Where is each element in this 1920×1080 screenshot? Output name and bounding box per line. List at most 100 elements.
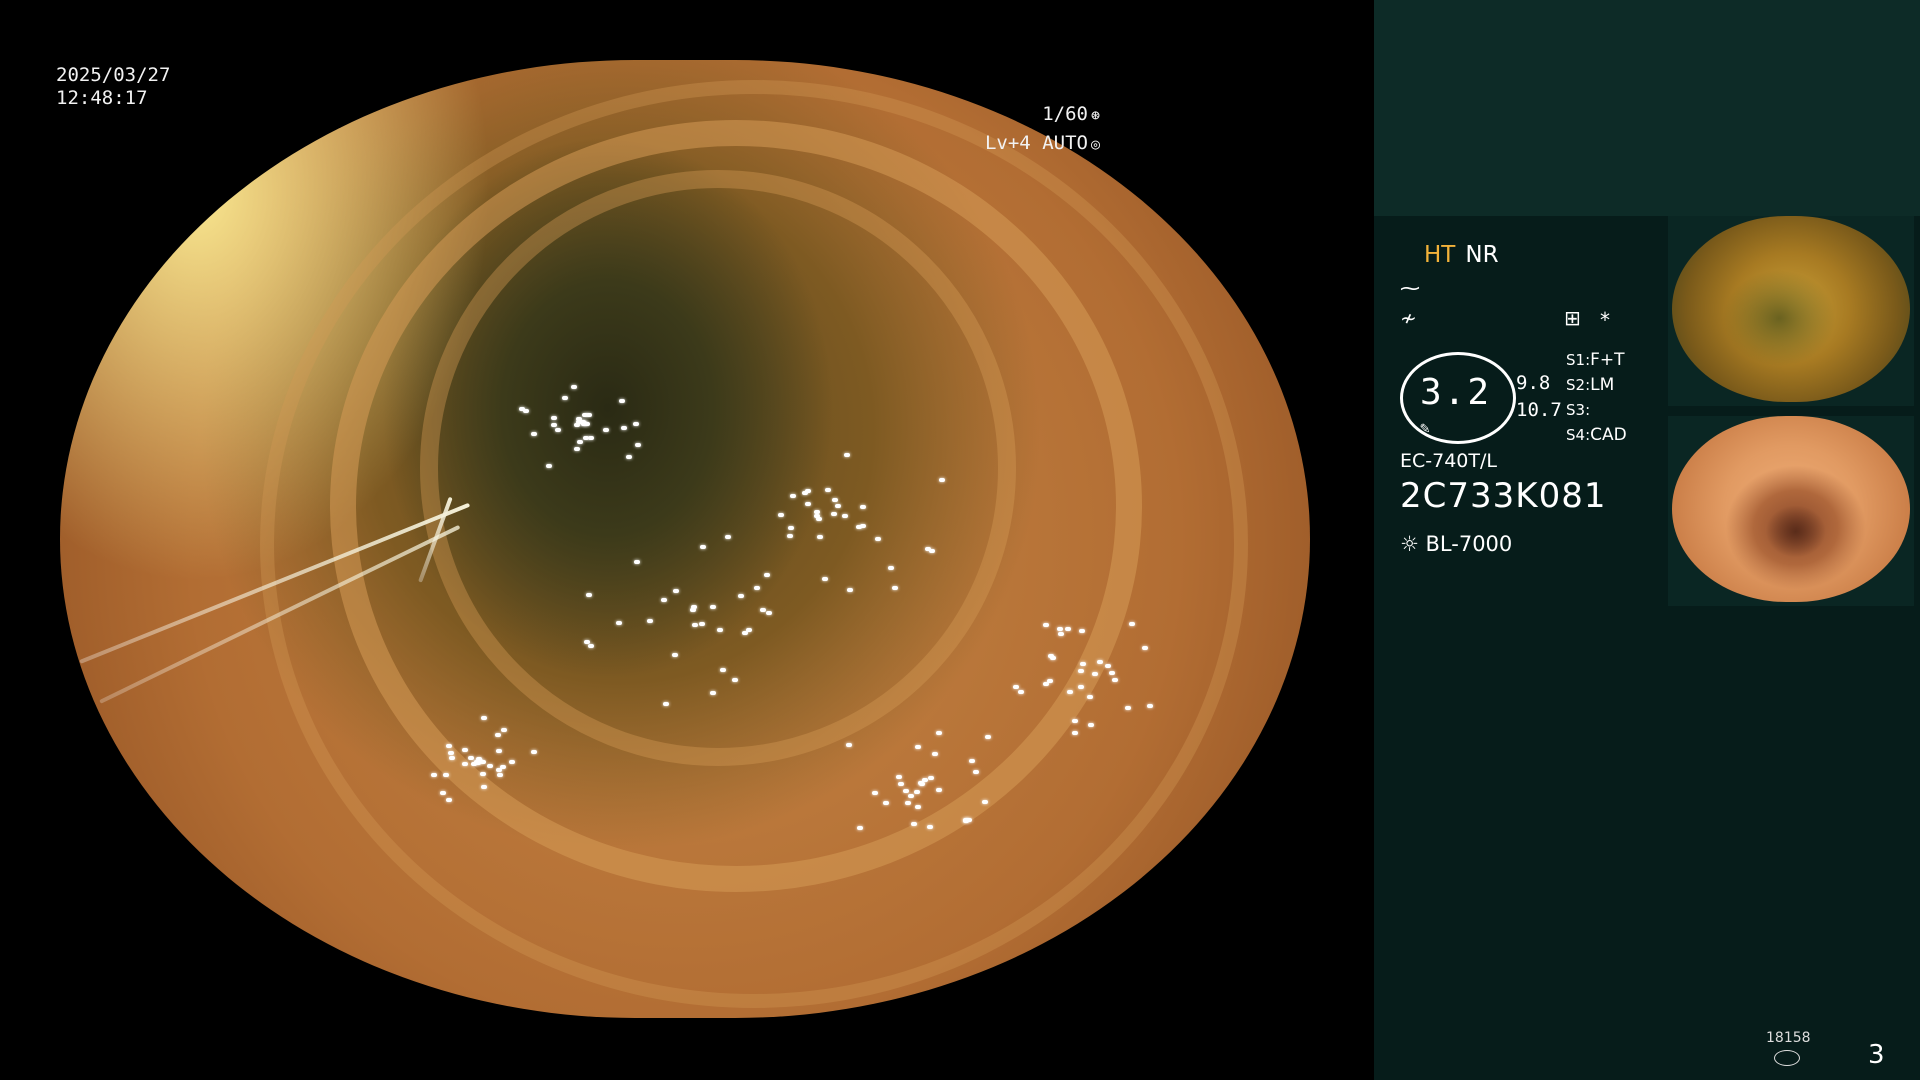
- light-reflection: [857, 825, 864, 830]
- nr-label: NR: [1465, 242, 1499, 268]
- light-reflection: [821, 577, 828, 582]
- light-reflection: [914, 805, 921, 810]
- storage-icon: [1774, 1050, 1800, 1066]
- light-reflection: [587, 643, 594, 648]
- light-reflection: [968, 758, 975, 763]
- light-reflection: [1147, 703, 1154, 708]
- asterisk-icon: *: [1600, 308, 1610, 332]
- light-reflection: [494, 732, 501, 737]
- light-reflection: [984, 735, 991, 740]
- light-reflection: [938, 478, 945, 483]
- secondary-values: 9.8 10.7: [1516, 370, 1562, 424]
- capture-thumbnail[interactable]: [1668, 216, 1914, 406]
- light-reflection: [911, 821, 918, 826]
- light-reflection: [575, 416, 582, 421]
- light-reflection: [573, 446, 580, 451]
- light-source-model: BL-7000: [1425, 532, 1513, 556]
- switch-slot: S1:F+T: [1566, 350, 1625, 370]
- light-reflection: [691, 622, 698, 627]
- light-reflection: [719, 668, 726, 673]
- light-reflection: [588, 435, 595, 440]
- light-reflection: [716, 627, 723, 632]
- light-reflection: [440, 790, 447, 795]
- light-source: ☼ BL-7000: [1400, 532, 1512, 556]
- light-reflection: [625, 454, 632, 459]
- light-reflection: [913, 790, 920, 795]
- light-reflection: [509, 760, 516, 765]
- aperture-icon: ⊛: [1090, 106, 1100, 124]
- auto-exposure-icon: ◎: [1090, 135, 1100, 153]
- image-count: 18158: [1766, 1030, 1811, 1046]
- page-number: 3: [1868, 1040, 1885, 1070]
- light-reflection: [731, 677, 738, 682]
- light-reflection: [897, 781, 904, 786]
- exposure-info: 1/60 ⊛ Lv+4 AUTO ◎: [985, 100, 1100, 158]
- light-reflection: [1088, 722, 1095, 727]
- light-reflection: [904, 800, 911, 805]
- pen-icon: ✎: [1420, 418, 1430, 437]
- light-reflection: [963, 817, 970, 822]
- light-reflection: [745, 628, 752, 633]
- light-reflection: [1042, 622, 1049, 627]
- light-reflection: [1141, 645, 1148, 650]
- light-reflection: [495, 767, 502, 772]
- light-reflection: [1104, 664, 1111, 669]
- light-reflection: [480, 771, 487, 776]
- light-reflection: [915, 744, 922, 749]
- light-reflection: [584, 421, 591, 426]
- light-reflection: [1079, 629, 1086, 634]
- light-reflection: [1096, 659, 1103, 664]
- light-reflection: [698, 621, 705, 626]
- light-reflection: [935, 730, 942, 735]
- value-1: 9.8: [1516, 372, 1551, 394]
- light-reflection: [759, 607, 766, 612]
- value-2: 10.7: [1516, 399, 1562, 421]
- capture-thumbnail[interactable]: [1668, 416, 1914, 606]
- light-reflection: [790, 494, 797, 499]
- light-reflection: [615, 621, 622, 625]
- endoscope-live-image: [60, 60, 1310, 1018]
- enhancement-modes: HT NR: [1424, 242, 1499, 268]
- light-reflection: [570, 384, 577, 389]
- memo-icon: ⊞: [1564, 306, 1581, 330]
- exposure-mode: AUTO: [1042, 132, 1088, 154]
- light-reflection: [530, 432, 537, 437]
- light-reflection: [448, 750, 455, 755]
- light-reflection: [856, 524, 863, 529]
- ht-label: HT: [1424, 242, 1456, 268]
- light-reflection: [787, 525, 794, 530]
- light-reflection: [468, 755, 475, 760]
- light-reflection: [831, 497, 838, 502]
- light-reflection: [932, 751, 939, 756]
- light-reflection: [1012, 685, 1019, 690]
- light-reflection: [921, 778, 928, 783]
- light-reflection: [1092, 671, 1099, 676]
- light-reflection: [1046, 678, 1053, 683]
- light-reflection: [737, 593, 744, 598]
- light-reflection: [1124, 705, 1131, 710]
- light-reflection: [662, 701, 669, 706]
- light-reflection: [1043, 682, 1050, 686]
- light-reflection: [430, 772, 437, 777]
- brightness-level: Lv+4: [984, 132, 1031, 154]
- light-reflection: [846, 587, 853, 592]
- capture-image: [1672, 216, 1910, 402]
- structure-icon: ⁓: [1400, 276, 1420, 300]
- light-reflection: [1079, 661, 1086, 666]
- light-reflection: [814, 513, 821, 518]
- time-text: 12:48:17: [56, 87, 148, 109]
- light-reflection: [787, 533, 794, 538]
- light-reflection: [1065, 626, 1072, 631]
- date-text: 2025/03/27: [56, 64, 171, 86]
- light-reflection: [577, 439, 584, 444]
- scope-model: EC-740T/L: [1400, 450, 1497, 472]
- light-reflection: [672, 589, 679, 594]
- color-mode-icon: ≁: [1400, 306, 1417, 330]
- light-reflection: [475, 756, 482, 761]
- light-reflection: [908, 793, 915, 798]
- light-reflection: [725, 534, 732, 539]
- light-reflection: [582, 412, 589, 417]
- light-reflection: [500, 728, 507, 733]
- light-reflection: [973, 769, 980, 774]
- light-reflection: [1017, 690, 1024, 695]
